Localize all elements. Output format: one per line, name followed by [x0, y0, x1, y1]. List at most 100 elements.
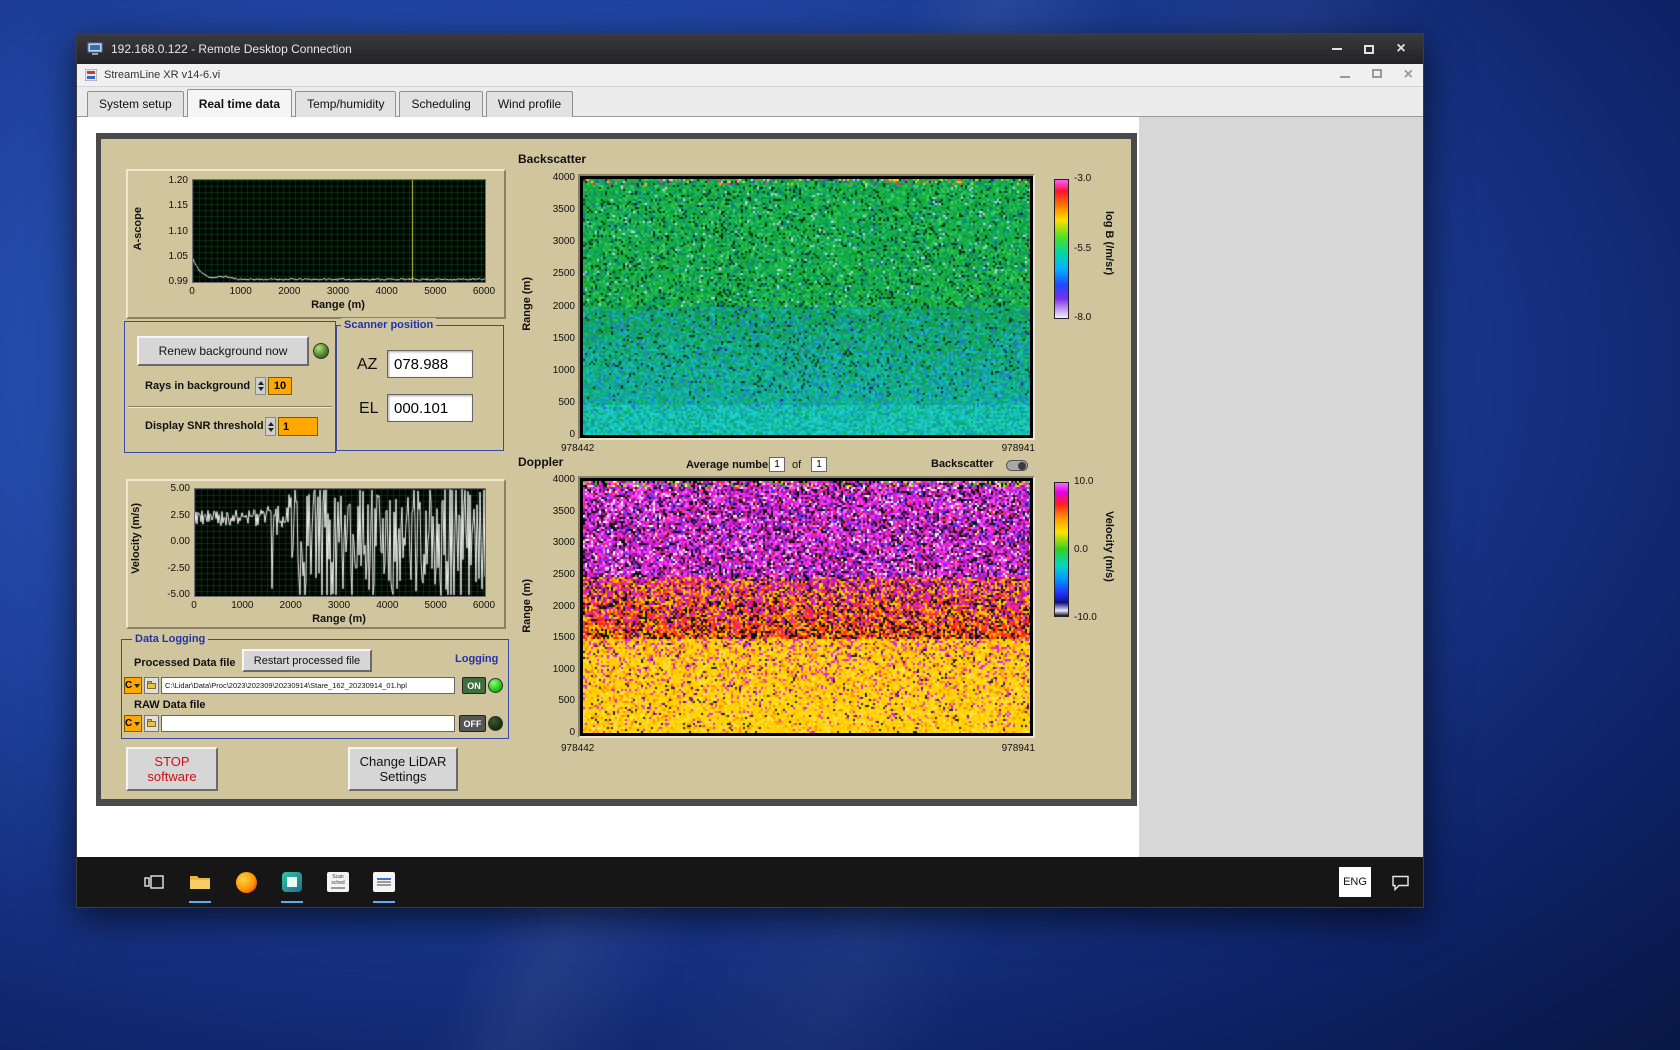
tick-label: 3500	[552, 204, 575, 216]
tick-label: 5.00	[170, 483, 190, 494]
tick-label: 2.50	[170, 509, 190, 521]
maximize-icon[interactable]	[1353, 38, 1385, 60]
tick-label: 4000	[375, 286, 398, 297]
tick-label: 0.99	[168, 276, 188, 287]
file-explorer-icon[interactable]	[185, 859, 215, 905]
tab-real-time-data[interactable]: Real time data	[186, 89, 293, 117]
ascope-y-ticks: 1.20 1.15 1.10 1.05 0.99	[150, 175, 188, 287]
logging-on-toggle[interactable]: ON	[462, 677, 486, 694]
scan-icon-text-2: sched	[331, 880, 345, 886]
doppler-colorbar-label: Velocity (m/s)	[1103, 511, 1115, 582]
processed-path-field[interactable]: C:\Lidar\Data\Proc\2023\202309\20230914\…	[161, 677, 455, 694]
logging-off-toggle[interactable]: OFF	[459, 715, 486, 732]
doppler-y-ticks: 4000 3500 3000 2500 2000 1500 1000 500 0	[539, 474, 575, 738]
doppler-x-start: 978442	[561, 743, 595, 754]
renew-status-led	[313, 343, 329, 359]
raw-browse-folder-icon[interactable]	[144, 715, 159, 732]
velocity-plot-group: Velocity (m/s) 5.00 2.50 0.00 -2.50 -5.0…	[126, 479, 506, 629]
tick-label: 2000	[279, 600, 302, 611]
tick-label: 0	[569, 429, 575, 440]
raw-drive-selector[interactable]: C	[124, 715, 142, 732]
tab-bar: System setup Real time data Temp/humidit…	[77, 87, 1423, 117]
tick-label: 1.05	[168, 250, 188, 262]
app-maximize-icon[interactable]	[1371, 69, 1382, 81]
tick-label: 1500	[552, 332, 575, 344]
stop-software-button[interactable]: STOP software	[126, 747, 218, 791]
panel-frame: A-scope 1.20 1.15 1.10 1.05 0.99 0 1000 …	[96, 133, 1137, 806]
rays-in-background-value[interactable]: 10	[268, 377, 292, 395]
app-titlebar[interactable]: StreamLine XR v14-6.vi ×	[77, 64, 1423, 87]
tick-label: 1000	[552, 364, 575, 376]
ascope-x-axis-label: Range (m)	[311, 299, 365, 311]
rdp-window: 192.168.0.122 - Remote Desktop Connectio…	[76, 33, 1424, 908]
restart-processed-file-label: Restart processed file	[253, 654, 361, 667]
tick-label: -2.50	[167, 562, 190, 574]
backscatter-colorbar-ticks: -3.0 -5.5 -8.0	[1074, 173, 1091, 323]
backscatter-toggle-label: Backscatter	[931, 458, 994, 470]
tab-temp-humidity[interactable]: Temp/humidity	[295, 91, 397, 117]
tick-label: 4000	[552, 172, 575, 183]
document-app-icon[interactable]	[369, 859, 399, 905]
scanner-position-title: Scanner position	[341, 318, 437, 332]
scan-scheduler-icon[interactable]: Scan sched	[323, 859, 353, 905]
stop-line-1: STOP	[154, 754, 190, 769]
ascope-x-ticks: 0 1000 2000 3000 4000 5000 6000	[189, 286, 495, 298]
restart-processed-file-button[interactable]: Restart processed file	[242, 649, 372, 672]
az-value-field: 078.988	[387, 350, 473, 378]
tick-label: 2500	[552, 568, 575, 580]
tick-label: 2500	[552, 268, 575, 280]
tick-label: -10.0	[1074, 612, 1097, 623]
average-number-value[interactable]: 1	[769, 457, 785, 472]
snr-spinner[interactable]	[265, 417, 276, 436]
logging-label: Logging	[455, 653, 499, 665]
rdp-titlebar[interactable]: 192.168.0.122 - Remote Desktop Connectio…	[77, 34, 1423, 64]
data-logging-title: Data Logging	[132, 632, 209, 646]
tick-label: 1000	[229, 286, 252, 297]
tab-wind-profile[interactable]: Wind profile	[485, 91, 574, 117]
firefox-icon[interactable]	[231, 859, 261, 905]
tick-label: 500	[558, 396, 575, 408]
renew-background-button[interactable]: Renew background now	[137, 336, 309, 366]
app-title: StreamLine XR v14-6.vi	[104, 69, 221, 81]
velocity-y-ticks: 5.00 2.50 0.00 -2.50 -5.00	[152, 483, 190, 600]
processed-browse-folder-icon[interactable]	[144, 677, 159, 694]
tick-label: 1.10	[168, 225, 188, 237]
el-value: 000.101	[394, 399, 449, 417]
doppler-plot-frame	[578, 476, 1035, 738]
tab-system-setup[interactable]: System setup	[87, 91, 184, 117]
velocity-plot	[194, 488, 486, 597]
app-minimize-icon[interactable]	[1339, 69, 1350, 81]
close-icon[interactable]: ×	[1385, 38, 1417, 60]
el-label: EL	[359, 400, 379, 417]
rays-spinner[interactable]	[255, 377, 266, 395]
tick-label: -3.0	[1074, 173, 1092, 184]
tick-label: 3000	[552, 537, 575, 549]
task-view-icon[interactable]	[139, 859, 169, 905]
backscatter-y-axis-label: Range (m)	[521, 277, 533, 331]
doppler-y-axis-label: Range (m)	[521, 579, 533, 633]
processed-drive-selector[interactable]: C	[124, 677, 142, 694]
tick-label: 1000	[552, 663, 575, 675]
language-indicator[interactable]: ENG	[1339, 867, 1371, 897]
tick-label: -8.0	[1074, 312, 1092, 323]
tick-label: 1000	[231, 600, 254, 611]
raw-path-field[interactable]	[161, 715, 455, 732]
action-center-chat-icon[interactable]	[1385, 859, 1415, 905]
minimize-icon[interactable]	[1321, 38, 1353, 60]
backscatter-colorbar	[1054, 179, 1069, 319]
on-label: ON	[467, 680, 481, 691]
window-background	[1139, 117, 1423, 859]
snr-threshold-value[interactable]: 1	[278, 417, 318, 436]
tick-label: 2000	[278, 286, 301, 297]
ascope-plot-group: A-scope 1.20 1.15 1.10 1.05 0.99 0 1000 …	[126, 169, 506, 319]
change-line-2: Settings	[379, 769, 427, 784]
app-close-icon[interactable]: ×	[1404, 67, 1413, 83]
backscatter-x-end: 978941	[1001, 443, 1035, 454]
drive-letter: C	[125, 718, 133, 729]
teal-app-icon[interactable]	[277, 859, 307, 905]
tick-label: 5000	[424, 286, 447, 297]
average-of-count[interactable]: 1	[811, 457, 827, 472]
tab-scheduling[interactable]: Scheduling	[399, 91, 483, 117]
backscatter-toggle-switch[interactable]	[1006, 460, 1028, 471]
change-lidar-settings-button[interactable]: Change LiDAR Settings	[348, 747, 458, 791]
